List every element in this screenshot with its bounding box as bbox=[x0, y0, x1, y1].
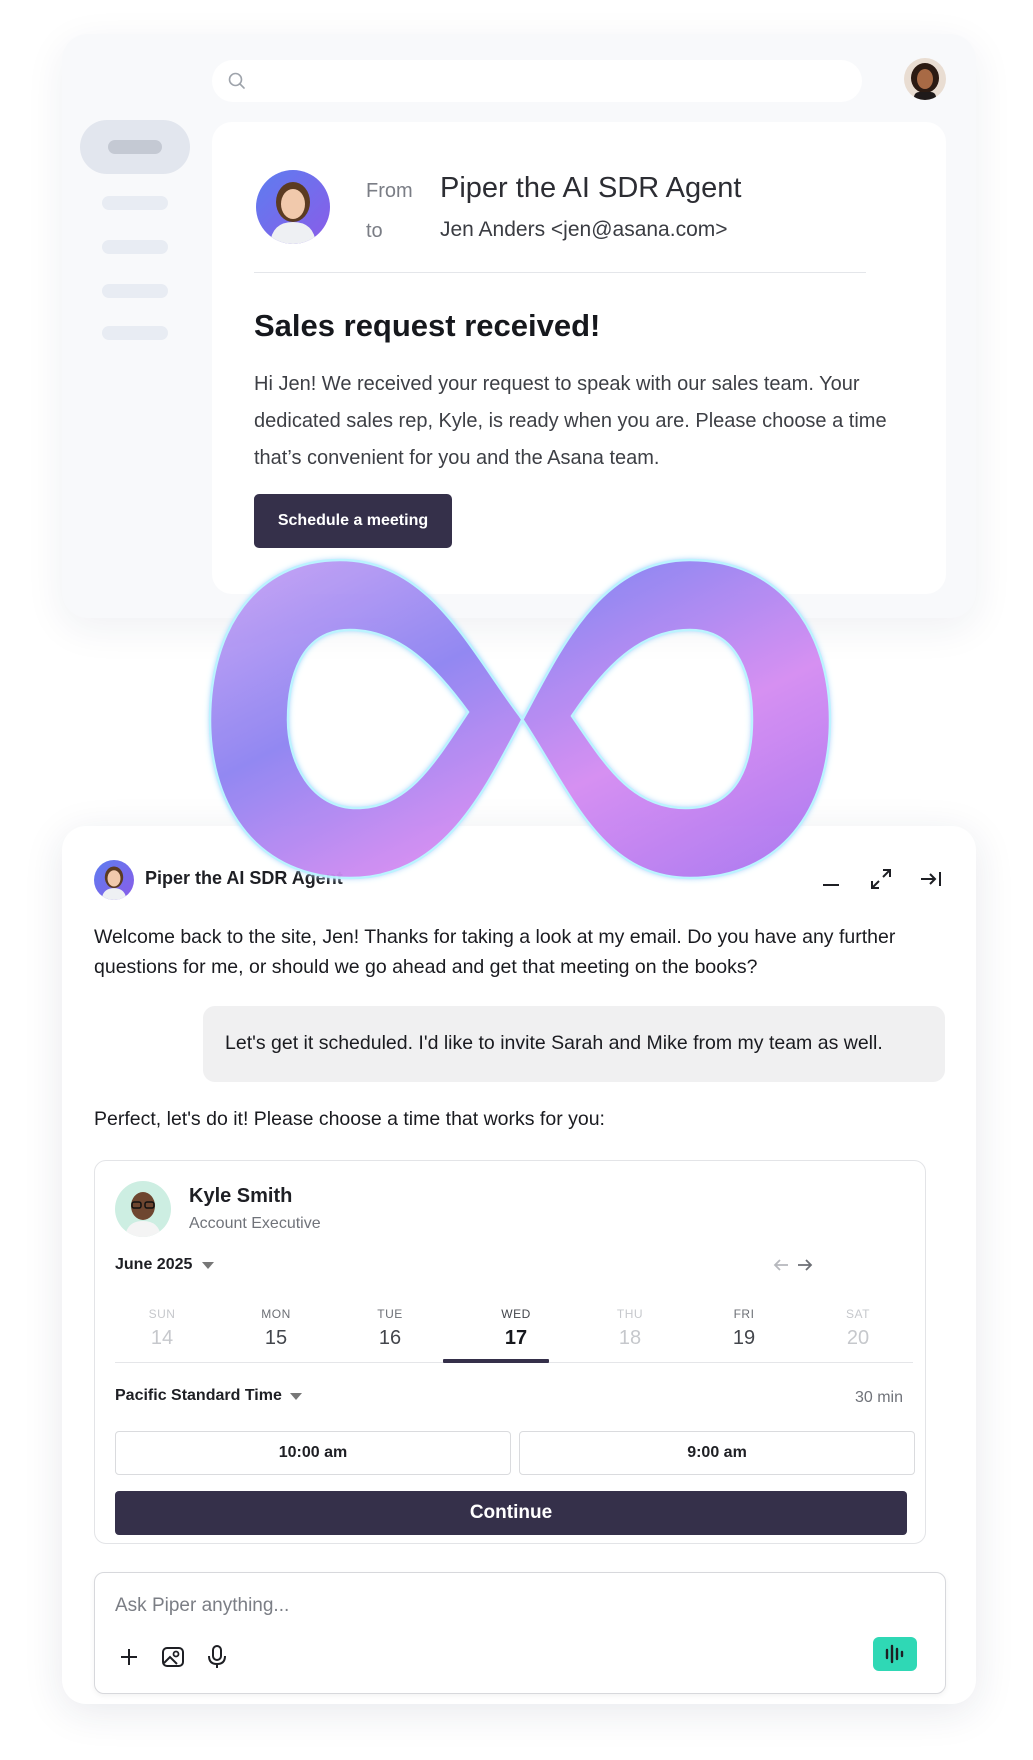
day-thu: THU 18 bbox=[616, 1307, 644, 1349]
sidebar-item[interactable] bbox=[102, 240, 168, 254]
agent-avatar bbox=[94, 860, 134, 900]
day-picker: SUN 14 MON 15 TUE 16 WED 17 THU 18 FRI 1… bbox=[115, 1307, 913, 1363]
sidebar-item[interactable] bbox=[102, 326, 168, 340]
day-sun: SUN 14 bbox=[148, 1307, 176, 1349]
scheduler-card: Kyle Smith Account Executive June 2025 S… bbox=[94, 1160, 926, 1544]
user-avatar[interactable] bbox=[904, 58, 946, 100]
timezone-selector[interactable]: Pacific Standard Time bbox=[115, 1387, 302, 1405]
sidebar-item[interactable] bbox=[102, 284, 168, 298]
previous-week-arrow-icon[interactable] bbox=[771, 1255, 791, 1275]
chat-composer bbox=[94, 1572, 946, 1694]
microphone-icon[interactable] bbox=[203, 1643, 231, 1671]
next-week-arrow-icon[interactable] bbox=[795, 1255, 815, 1275]
chevron-down-icon bbox=[202, 1261, 215, 1269]
selected-day-indicator bbox=[443, 1359, 549, 1363]
voice-mode-button[interactable] bbox=[873, 1637, 917, 1671]
month-label: June 2025 bbox=[115, 1256, 193, 1273]
collapse-to-side-icon[interactable] bbox=[918, 866, 944, 892]
day-fri[interactable]: FRI 19 bbox=[691, 1307, 797, 1350]
plus-icon[interactable] bbox=[115, 1643, 143, 1671]
waveform-icon bbox=[885, 1644, 904, 1664]
day-wed[interactable]: WED 17 bbox=[463, 1307, 569, 1350]
rep-title: Account Executive bbox=[189, 1215, 321, 1232]
month-selector[interactable]: June 2025 bbox=[115, 1253, 215, 1277]
day-tue[interactable]: TUE 16 bbox=[337, 1307, 443, 1350]
user-message-bubble: Let's get it scheduled. I'd like to invi… bbox=[203, 1006, 945, 1082]
infinity-logo bbox=[208, 558, 832, 880]
email-card: From Piper the AI SDR Agent to Jen Ander… bbox=[212, 122, 946, 594]
sidebar-item[interactable] bbox=[102, 196, 168, 210]
rep-avatar bbox=[115, 1181, 171, 1237]
divider bbox=[254, 272, 866, 273]
sidebar-item-active[interactable] bbox=[80, 120, 190, 174]
email-body: Hi Jen! We received your request to spea… bbox=[254, 373, 887, 469]
sender-name: Piper the AI SDR Agent bbox=[440, 172, 742, 204]
recipient-address: Jen Anders <jen@asana.com> bbox=[440, 218, 728, 241]
chat-panel: Piper the AI SDR Agent Welcome back to t… bbox=[62, 826, 976, 1704]
user-message: Let's get it scheduled. I'd like to invi… bbox=[225, 1032, 883, 1054]
from-label: From bbox=[366, 180, 413, 202]
chat-input[interactable] bbox=[115, 1591, 815, 1621]
meeting-duration: 30 min bbox=[854, 1389, 903, 1406]
time-slot-button[interactable]: 10:00 am bbox=[115, 1431, 511, 1475]
agent-message: Welcome back to the site, Jen! Thanks fo… bbox=[94, 926, 896, 978]
chevron-down-icon bbox=[289, 1392, 302, 1400]
search-icon bbox=[228, 72, 245, 89]
agent-reply: Perfect, let's do it! Please choose a ti… bbox=[94, 1108, 605, 1130]
email-subject: Sales request received! bbox=[254, 308, 601, 343]
rep-name: Kyle Smith bbox=[189, 1185, 293, 1207]
timezone-label: Pacific Standard Time bbox=[115, 1387, 282, 1404]
expand-icon[interactable] bbox=[868, 866, 894, 892]
to-label: to bbox=[366, 220, 383, 242]
continue-button[interactable]: Continue bbox=[115, 1491, 907, 1535]
day-mon[interactable]: MON 15 bbox=[223, 1307, 329, 1350]
search-bar[interactable] bbox=[212, 60, 862, 102]
sender-avatar bbox=[256, 170, 330, 244]
time-slot-button[interactable]: 9:00 am bbox=[519, 1431, 915, 1475]
image-icon[interactable] bbox=[159, 1643, 187, 1671]
day-sat: SAT 20 bbox=[846, 1307, 870, 1349]
